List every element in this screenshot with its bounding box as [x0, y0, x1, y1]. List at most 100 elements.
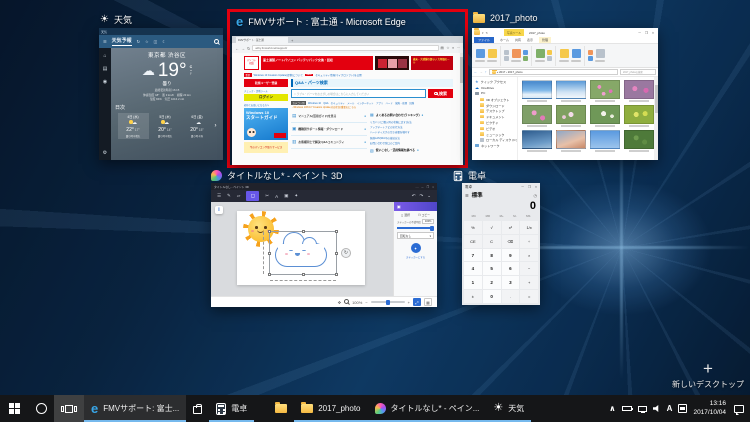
photo-tile — [522, 80, 552, 102]
folder-icon — [480, 132, 484, 136]
taskbar-clock[interactable]: 13:16 2017/10/04 — [693, 400, 726, 418]
tab-view: 表示 — [527, 38, 533, 42]
clock-time: 13:16 — [710, 400, 726, 409]
faq-link: お問い合わせ窓口のご案内 — [370, 141, 453, 145]
reading-view-icon: ▤ — [441, 46, 444, 50]
weather-updated: 最終更新時刻 16:15 — [155, 88, 180, 92]
calculator-window-thumbnail[interactable]: 電卓 ─❐× ☰ 標準 ◷ 0 MC MR M+ M- MS % √ x² 1/… — [462, 183, 540, 305]
qa-search-header: Q&A・パーツ検索 — [291, 79, 453, 87]
battery-icon[interactable] — [622, 406, 632, 411]
action-center-icon[interactable] — [734, 405, 744, 413]
photo-tile — [522, 105, 552, 127]
url-field: azby.fmworld.net/support/ — [252, 45, 438, 51]
calculator-display: 0 — [462, 199, 540, 213]
task-view-screen: ☀ 天気 天気 ☰ 天気予報 ↻ ☆ ◫ ☾ ⌂ ▤ ◉ ⚙ 東京都 渋谷区 — [0, 0, 750, 422]
more-icon: ⋯ — [457, 46, 461, 50]
calculator-icon — [216, 403, 226, 415]
taskbar-store[interactable] — [186, 395, 209, 422]
banner-images — [375, 56, 409, 70]
check-tools-link: チェック・診断ツール — [244, 89, 288, 93]
banner-main: 富士通製ノートパソコン バッテリパック交換・回収 — [261, 56, 373, 70]
folder-icon — [474, 30, 480, 35]
banner-side-box: パソコン 相談 — [244, 56, 259, 70]
tab-home: ホーム — [500, 38, 509, 42]
weather-menu-label: 天気予報 — [112, 37, 132, 46]
paint3d-window-thumbnail[interactable]: タイトルなし - ペイント 3D ⋯─❐× ☰ ✎ ▱ ◻ ✂ A ▣ ✦ ↶↷… — [211, 183, 437, 307]
guide-line2: スタートガイド — [246, 115, 286, 121]
fit-to-screen-button: ⤢ — [413, 298, 421, 306]
new-desktop-button[interactable]: + 新しいデスクトップ — [672, 360, 744, 390]
thumb-label-edge[interactable]: e FMVサポート : 富士通 - Microsoft Edge — [236, 15, 406, 28]
back-icon: ← — [474, 70, 478, 74]
explorer-title-text: 2017_photo — [529, 31, 636, 35]
menu-icon: ☰ — [217, 193, 221, 199]
cloudy-icon: ☁ — [193, 120, 201, 126]
make-sticker-button: ✦ — [411, 243, 421, 253]
navigation-pane: ★クイック アクセス ☁OneDrive PC 3D オブジェクト ダウンロード… — [472, 77, 518, 160]
home-icon: ⌂ — [103, 53, 106, 59]
taskbar-folder[interactable]: 2017_photo — [294, 395, 367, 422]
address-bar: ← → ↑ « 2017 › 2017_photo 2017_photoの検索 — [472, 68, 658, 77]
speaker-icon[interactable] — [653, 405, 661, 412]
display-icon[interactable] — [638, 406, 647, 412]
ime-mode-indicator[interactable]: A — [667, 404, 673, 413]
cortana-button[interactable] — [29, 395, 54, 422]
thumb-label-explorer[interactable]: 2017_photo — [473, 13, 538, 23]
paint3d-title-text: タイトルなし - ペイント 3D — [214, 185, 249, 189]
taskbar-weather[interactable]: ☀ 天気 — [486, 395, 531, 422]
system-tray: ∧ A 13:16 2017/10/04 — [609, 395, 750, 422]
minimize-icon: ─ — [421, 185, 423, 189]
photo-tile — [624, 130, 654, 152]
zoom-slider — [371, 301, 405, 303]
panel-header: ▣ — [394, 202, 437, 211]
calculator-icon — [454, 170, 463, 180]
weather-nav-rail: ⌂ ▤ ◉ ⚙ — [99, 48, 111, 160]
calculator-title-text: 電卓 — [465, 185, 472, 190]
start-button[interactable] — [0, 395, 29, 422]
day-high: 20° — [190, 127, 198, 133]
weather-window-thumbnail[interactable]: 天気 ☰ 天気予報 ↻ ☆ ◫ ☾ ⌂ ▤ ◉ ⚙ 東京都 渋谷区 ☁ 19° — [99, 28, 223, 160]
thumb-label-paint3d[interactable]: タイトルなし* - ペイント 3D — [211, 169, 343, 182]
thumb-label-calculator[interactable]: 電卓 — [453, 169, 486, 182]
ime-keyboard-icon[interactable] — [678, 404, 687, 413]
hub-icon: ≡ — [452, 46, 454, 50]
picture-tools-tab: 写真ツール — [504, 29, 524, 36]
maps-icon: ▤ — [103, 66, 108, 72]
zoom-in-icon: + — [408, 300, 410, 305]
unit-fahrenheit: F — [190, 70, 192, 77]
tray-chevron-icon[interactable]: ∧ — [609, 404, 616, 413]
make-sticker-label: ステッカーにする — [397, 255, 434, 259]
clock-date: 2017/10/04 — [693, 409, 726, 418]
copy-button: ❐コピー — [418, 213, 430, 217]
task-view-icon — [61, 405, 77, 413]
folder-icon — [473, 14, 485, 23]
calc-key: 1/x — [520, 221, 538, 234]
folder-icon — [480, 98, 484, 102]
mascot-face — [247, 128, 256, 137]
paint3d-icon — [375, 403, 386, 414]
faq-links: リカバリ(ご購入時の状態に戻す)方法 アップデートナビの実行方法 ハードディスク… — [370, 120, 453, 145]
category-label: カテゴリ別 — [291, 101, 306, 105]
calc-key: 1 — [464, 276, 482, 289]
taskbar-calculator[interactable]: 電卓 — [209, 395, 254, 422]
faq-link: ハードディスクの空き容量を増やす — [370, 130, 453, 134]
notice-tag2: NEW — [305, 74, 313, 76]
up-icon: ↑ — [485, 70, 487, 74]
edge-window-thumbnail[interactable]: FMVサポート : 富士通 + ← → ↻ azby.fmworld.net/s… — [232, 36, 463, 165]
taskbar-paint3d[interactable]: タイトルなし* - ペイン... — [368, 395, 487, 422]
taskbar-explorer[interactable] — [268, 395, 294, 422]
section-title: 使いこなし・活用情報を調べる — [376, 148, 415, 152]
calc-key: ⌫ — [502, 235, 520, 248]
memory-button: MS — [526, 214, 530, 218]
star-icon: ★ — [475, 80, 479, 84]
faq-link: リカバリ(ご購入時の状態に戻す)方法 — [370, 120, 453, 124]
section-title: マニュアル(活用ガイド)を見る — [298, 114, 362, 118]
taskbar-edge[interactable]: e FMVサポート: 富士... — [84, 395, 186, 422]
task-view-button[interactable] — [54, 395, 84, 422]
edge-selection-cell[interactable]: e FMVサポート : 富士通 - Microsoft Edge FMVサポート… — [227, 9, 468, 168]
section-manual: ▤マニュアル(活用ガイド)を見る● — [291, 110, 367, 123]
taskbar-weather-label: 天気 — [508, 403, 524, 414]
explorer-window-thumbnail[interactable]: ▾↻ 写真ツール 2017_photo ─❐× ファイル ホーム 共有 表示 管… — [472, 28, 658, 160]
weather-stats: 体感温度 18° 風 3 km/h 視程 23 km 湿度 84% 気圧 101… — [143, 93, 191, 101]
thumb-label-weather[interactable]: ☀ 天気 — [100, 13, 132, 26]
